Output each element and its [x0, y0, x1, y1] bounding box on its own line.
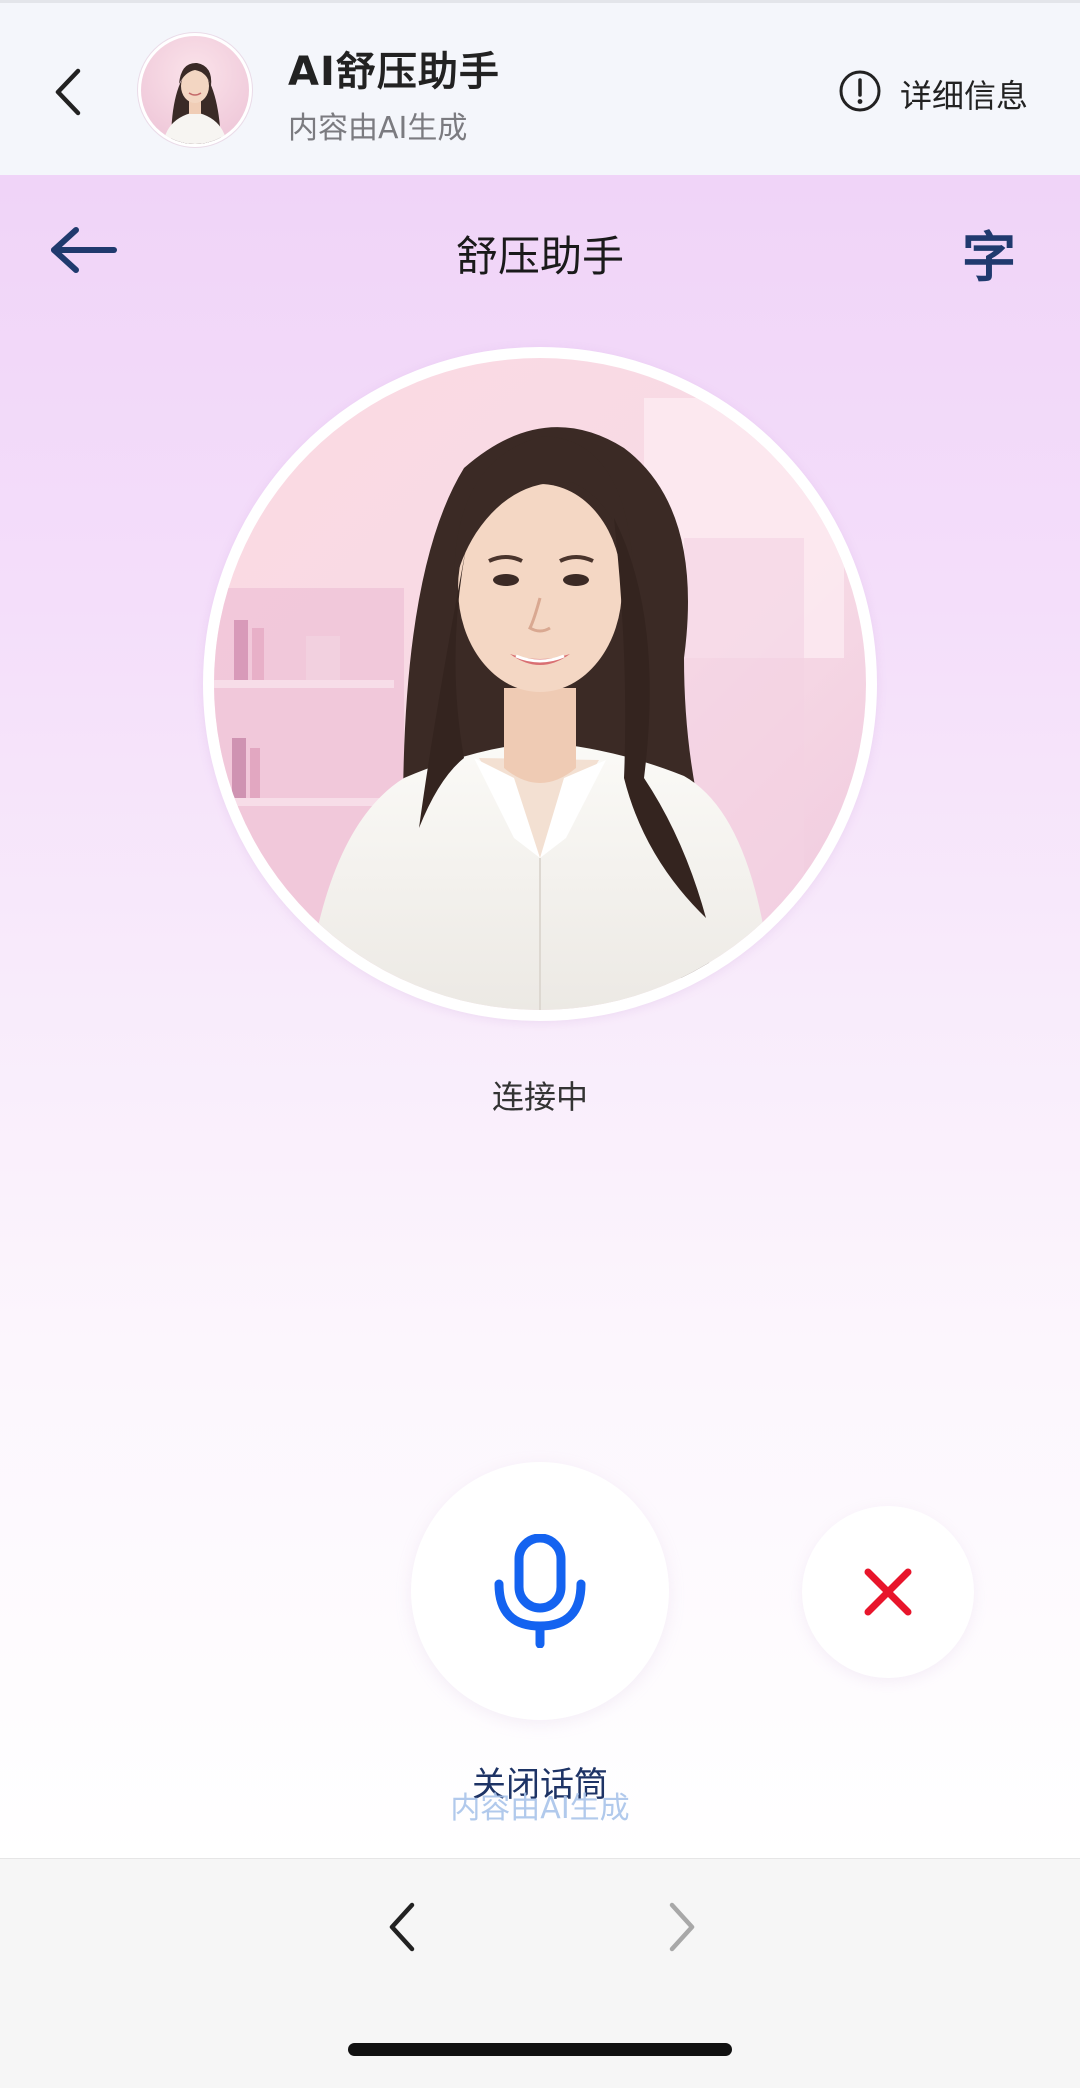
ai-generated-watermark: 内容由AI生成 [450, 1791, 630, 1826]
top-header: AI舒压助手 内容由AI生成 详细信息 [0, 0, 1080, 175]
avatar[interactable] [138, 33, 252, 147]
connection-status: 连接中 [491, 1078, 588, 1116]
chevron-right-icon[interactable] [662, 1899, 702, 1955]
header-subtitle: 内容由AI生成 [288, 111, 468, 146]
exclamation-circle-icon[interactable] [838, 69, 882, 113]
chevron-left-icon[interactable] [48, 65, 88, 119]
close-x-icon [864, 1568, 912, 1616]
assistant-portrait-image [214, 358, 866, 1010]
chevron-left-icon[interactable] [382, 1899, 422, 1955]
mute-mic-button[interactable] [411, 1462, 669, 1720]
voice-call-panel: 舒压助手 字 连接中 关闭话筒 内容由AI生成 [0, 175, 1080, 1858]
home-indicator[interactable] [348, 2043, 732, 2056]
microphone-icon [494, 1534, 586, 1648]
call-title: 舒压助手 [455, 232, 624, 281]
avatar-portrait-image [141, 36, 249, 144]
caption-toggle-button[interactable]: 字 [962, 213, 1016, 292]
hang-up-button[interactable] [802, 1506, 974, 1678]
browser-bottom-bar [0, 1858, 1080, 2088]
details-link[interactable]: 详细信息 [900, 71, 1028, 117]
header-title: AI舒压助手 [288, 49, 500, 95]
assistant-portrait [203, 347, 877, 1021]
